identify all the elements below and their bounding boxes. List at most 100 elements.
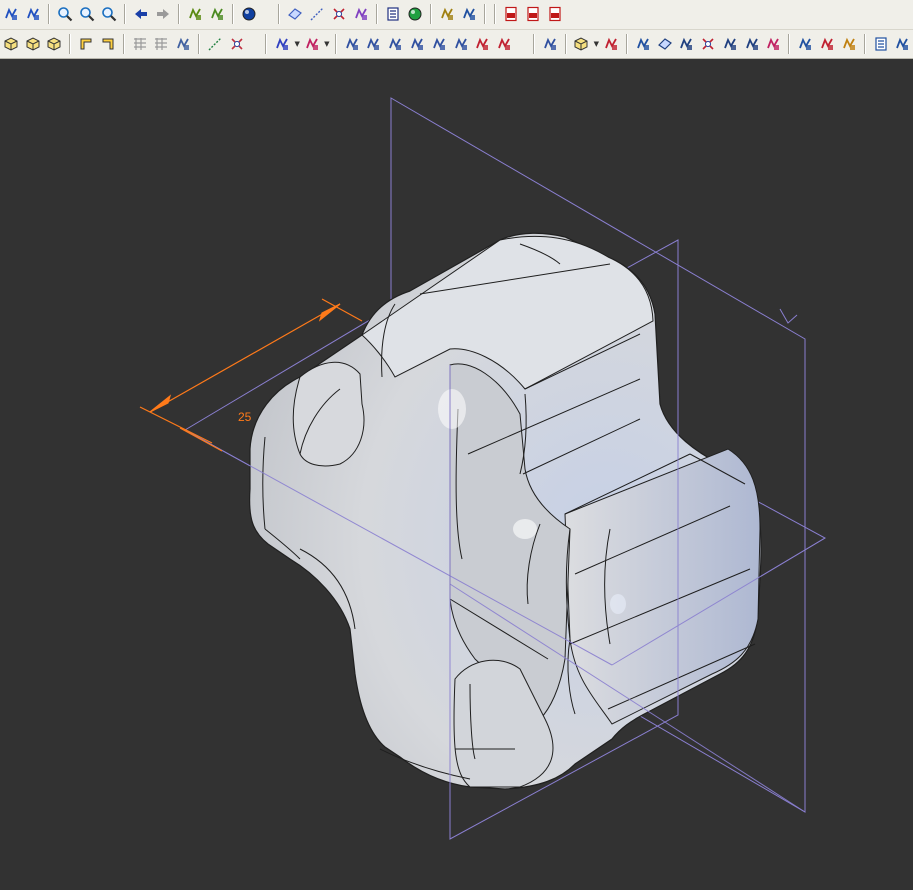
extrude-solid-button[interactable]	[272, 33, 292, 55]
model-canvas[interactable]	[0, 59, 913, 890]
box-front-button[interactable]	[1, 33, 21, 55]
box-iso-button[interactable]	[23, 33, 43, 55]
round-feature-button[interactable]	[385, 33, 405, 55]
pdf-print-icon	[547, 6, 563, 22]
zoom-fit-icon	[101, 6, 117, 22]
corner-right-button[interactable]	[98, 33, 118, 55]
toolbar-separator	[122, 34, 125, 54]
chamfer-feature-icon	[409, 36, 425, 52]
display-style-cube-button[interactable]	[572, 33, 592, 55]
datum-target-button[interactable]	[227, 33, 247, 55]
zoom-window-icon	[79, 6, 95, 22]
shaded-render-button[interactable]	[185, 3, 205, 25]
csys-button[interactable]	[351, 3, 371, 25]
balance-icon	[461, 6, 477, 22]
grid-disabled-button[interactable]	[130, 33, 150, 55]
balance-button[interactable]	[459, 3, 479, 25]
zoom-window-button[interactable]	[77, 3, 97, 25]
display-style-cube-icon	[573, 36, 589, 52]
pdf-print-button[interactable]	[545, 3, 565, 25]
appearance-sphere-button[interactable]	[405, 3, 425, 25]
toolbar-separator	[278, 4, 280, 24]
toolbar-separator	[494, 4, 496, 24]
corner-left-icon	[78, 36, 94, 52]
csys-toggle-icon	[722, 36, 738, 52]
reorder-button[interactable]	[892, 33, 912, 55]
saved-views-button[interactable]	[764, 33, 784, 55]
axis-line-button[interactable]	[307, 3, 327, 25]
rotate-view-button[interactable]	[23, 3, 43, 25]
pdf-export-icon	[503, 6, 519, 22]
pattern-feature-button[interactable]	[472, 33, 492, 55]
csys-icon	[353, 6, 369, 22]
simplified-rep-button[interactable]	[601, 33, 621, 55]
shell-feature-button[interactable]	[364, 33, 384, 55]
layer-list-button[interactable]	[383, 3, 403, 25]
point-button[interactable]	[329, 3, 349, 25]
spin-center-button[interactable]	[633, 33, 653, 55]
simplified-rep-icon	[603, 36, 619, 52]
spin-center-icon	[635, 36, 651, 52]
csys-toggle-button[interactable]	[720, 33, 740, 55]
annotation-toggle-button[interactable]	[742, 33, 762, 55]
toolbar-separator	[863, 34, 866, 54]
analysis-shapes-button[interactable]	[540, 33, 560, 55]
relations-button[interactable]	[817, 33, 837, 55]
chamfer-feature-button[interactable]	[407, 33, 427, 55]
datum-points-toggle-button[interactable]	[698, 33, 718, 55]
plane-icon	[287, 6, 303, 22]
toolbar-separator	[232, 4, 234, 24]
dimension-value[interactable]: 25	[238, 410, 251, 424]
hatch-disabled-button[interactable]	[152, 33, 172, 55]
model-tree-button[interactable]	[871, 33, 891, 55]
dropdown-arrow-icon[interactable]: ▼	[293, 40, 301, 48]
annotation-toggle-icon	[744, 36, 760, 52]
pan-view-button[interactable]	[1, 3, 21, 25]
flag-button[interactable]	[207, 3, 227, 25]
pattern-feature-icon	[474, 36, 490, 52]
extrude-solid-icon	[274, 36, 290, 52]
round-feature-icon	[387, 36, 403, 52]
previous-view-arrow-icon	[133, 6, 149, 22]
revolve-feature-button[interactable]	[302, 33, 322, 55]
hole-feature-icon	[344, 36, 360, 52]
hole-feature-button[interactable]	[342, 33, 362, 55]
mirror-feature-button[interactable]	[494, 33, 514, 55]
pdf-export-next-icon	[525, 6, 541, 22]
globe-render-button[interactable]	[239, 3, 259, 25]
analysis-shapes-icon	[542, 36, 558, 52]
datum-axes-toggle-icon	[678, 36, 694, 52]
sketch-pencil-icon	[207, 36, 223, 52]
grid-disabled-icon	[132, 36, 148, 52]
pan-view-icon	[3, 6, 19, 22]
box-top-button[interactable]	[45, 33, 65, 55]
toolbar-separator	[265, 34, 268, 54]
sketch-pencil-button[interactable]	[205, 33, 225, 55]
box-front-icon	[3, 36, 19, 52]
graphics-viewport[interactable]: 25	[0, 59, 913, 890]
zoom-fit-button[interactable]	[99, 3, 119, 25]
dropdown-arrow-icon[interactable]: ▼	[323, 40, 331, 48]
rib-feature-button[interactable]	[451, 33, 471, 55]
corner-left-button[interactable]	[76, 33, 96, 55]
parameters-button[interactable]	[839, 33, 859, 55]
zoom-in-button[interactable]	[55, 3, 75, 25]
plane-button[interactable]	[285, 3, 305, 25]
previous-view-arrow-button[interactable]	[131, 3, 151, 25]
toolbar-separator	[625, 34, 628, 54]
datum-planes-toggle-button[interactable]	[655, 33, 675, 55]
next-view-arrow-button[interactable]	[153, 3, 173, 25]
shaded-render-icon	[187, 6, 203, 22]
draft-feature-button[interactable]	[429, 33, 449, 55]
datum-axes-toggle-button[interactable]	[677, 33, 697, 55]
revolve-feature-icon	[304, 36, 320, 52]
dropdown-arrow-icon[interactable]: ▼	[592, 40, 600, 48]
pdf-export-next-button[interactable]	[523, 3, 543, 25]
pdf-export-button[interactable]	[501, 3, 521, 25]
sketch-tools-button[interactable]	[795, 33, 815, 55]
measure-button[interactable]	[437, 3, 457, 25]
solid-model[interactable]	[248, 232, 762, 790]
box-top-icon	[46, 36, 62, 52]
edit-sketch-button[interactable]	[173, 33, 193, 55]
toolbar-separator	[788, 34, 791, 54]
